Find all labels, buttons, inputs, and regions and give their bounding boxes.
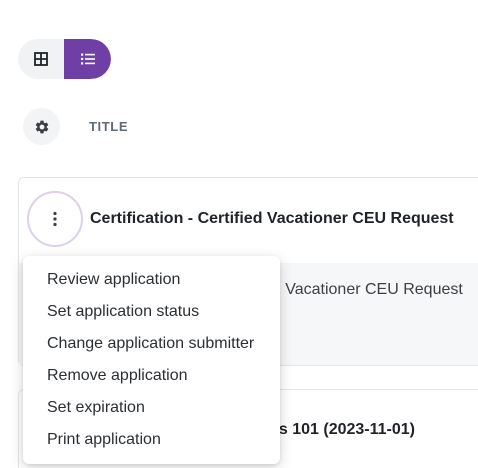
view-toggle xyxy=(18,39,111,79)
gear-icon xyxy=(35,120,48,133)
grid-view-button[interactable] xyxy=(18,39,64,79)
vertical-dots-icon xyxy=(53,211,57,227)
column-settings-button[interactable] xyxy=(23,108,60,145)
row-actions-menu: Review application Set application statu… xyxy=(23,256,280,464)
menu-item-print-application[interactable]: Print application xyxy=(23,424,280,456)
row-actions-button[interactable] xyxy=(27,191,83,247)
application-title[interactable]: es 101 (2023-11-01) xyxy=(270,421,415,439)
column-header-title[interactable]: TITLE xyxy=(89,119,128,134)
menu-item-set-expiration[interactable]: Set expiration xyxy=(23,392,280,424)
menu-item-change-application-submitter[interactable]: Change application submitter xyxy=(23,328,280,360)
menu-item-remove-application[interactable]: Remove application xyxy=(23,360,280,392)
menu-item-review-application[interactable]: Review application xyxy=(23,264,280,296)
list-view-button[interactable] xyxy=(64,39,111,79)
list-icon xyxy=(80,53,95,65)
menu-item-set-application-status[interactable]: Set application status xyxy=(23,296,280,328)
card-body-text: ed Vacationer CEU Request xyxy=(263,281,463,298)
application-title[interactable]: Certification - Certified Vacationer CEU… xyxy=(90,210,454,228)
grid-icon xyxy=(34,52,48,66)
page: TITLE ed Vacationer CEU Request Certific… xyxy=(0,0,478,468)
